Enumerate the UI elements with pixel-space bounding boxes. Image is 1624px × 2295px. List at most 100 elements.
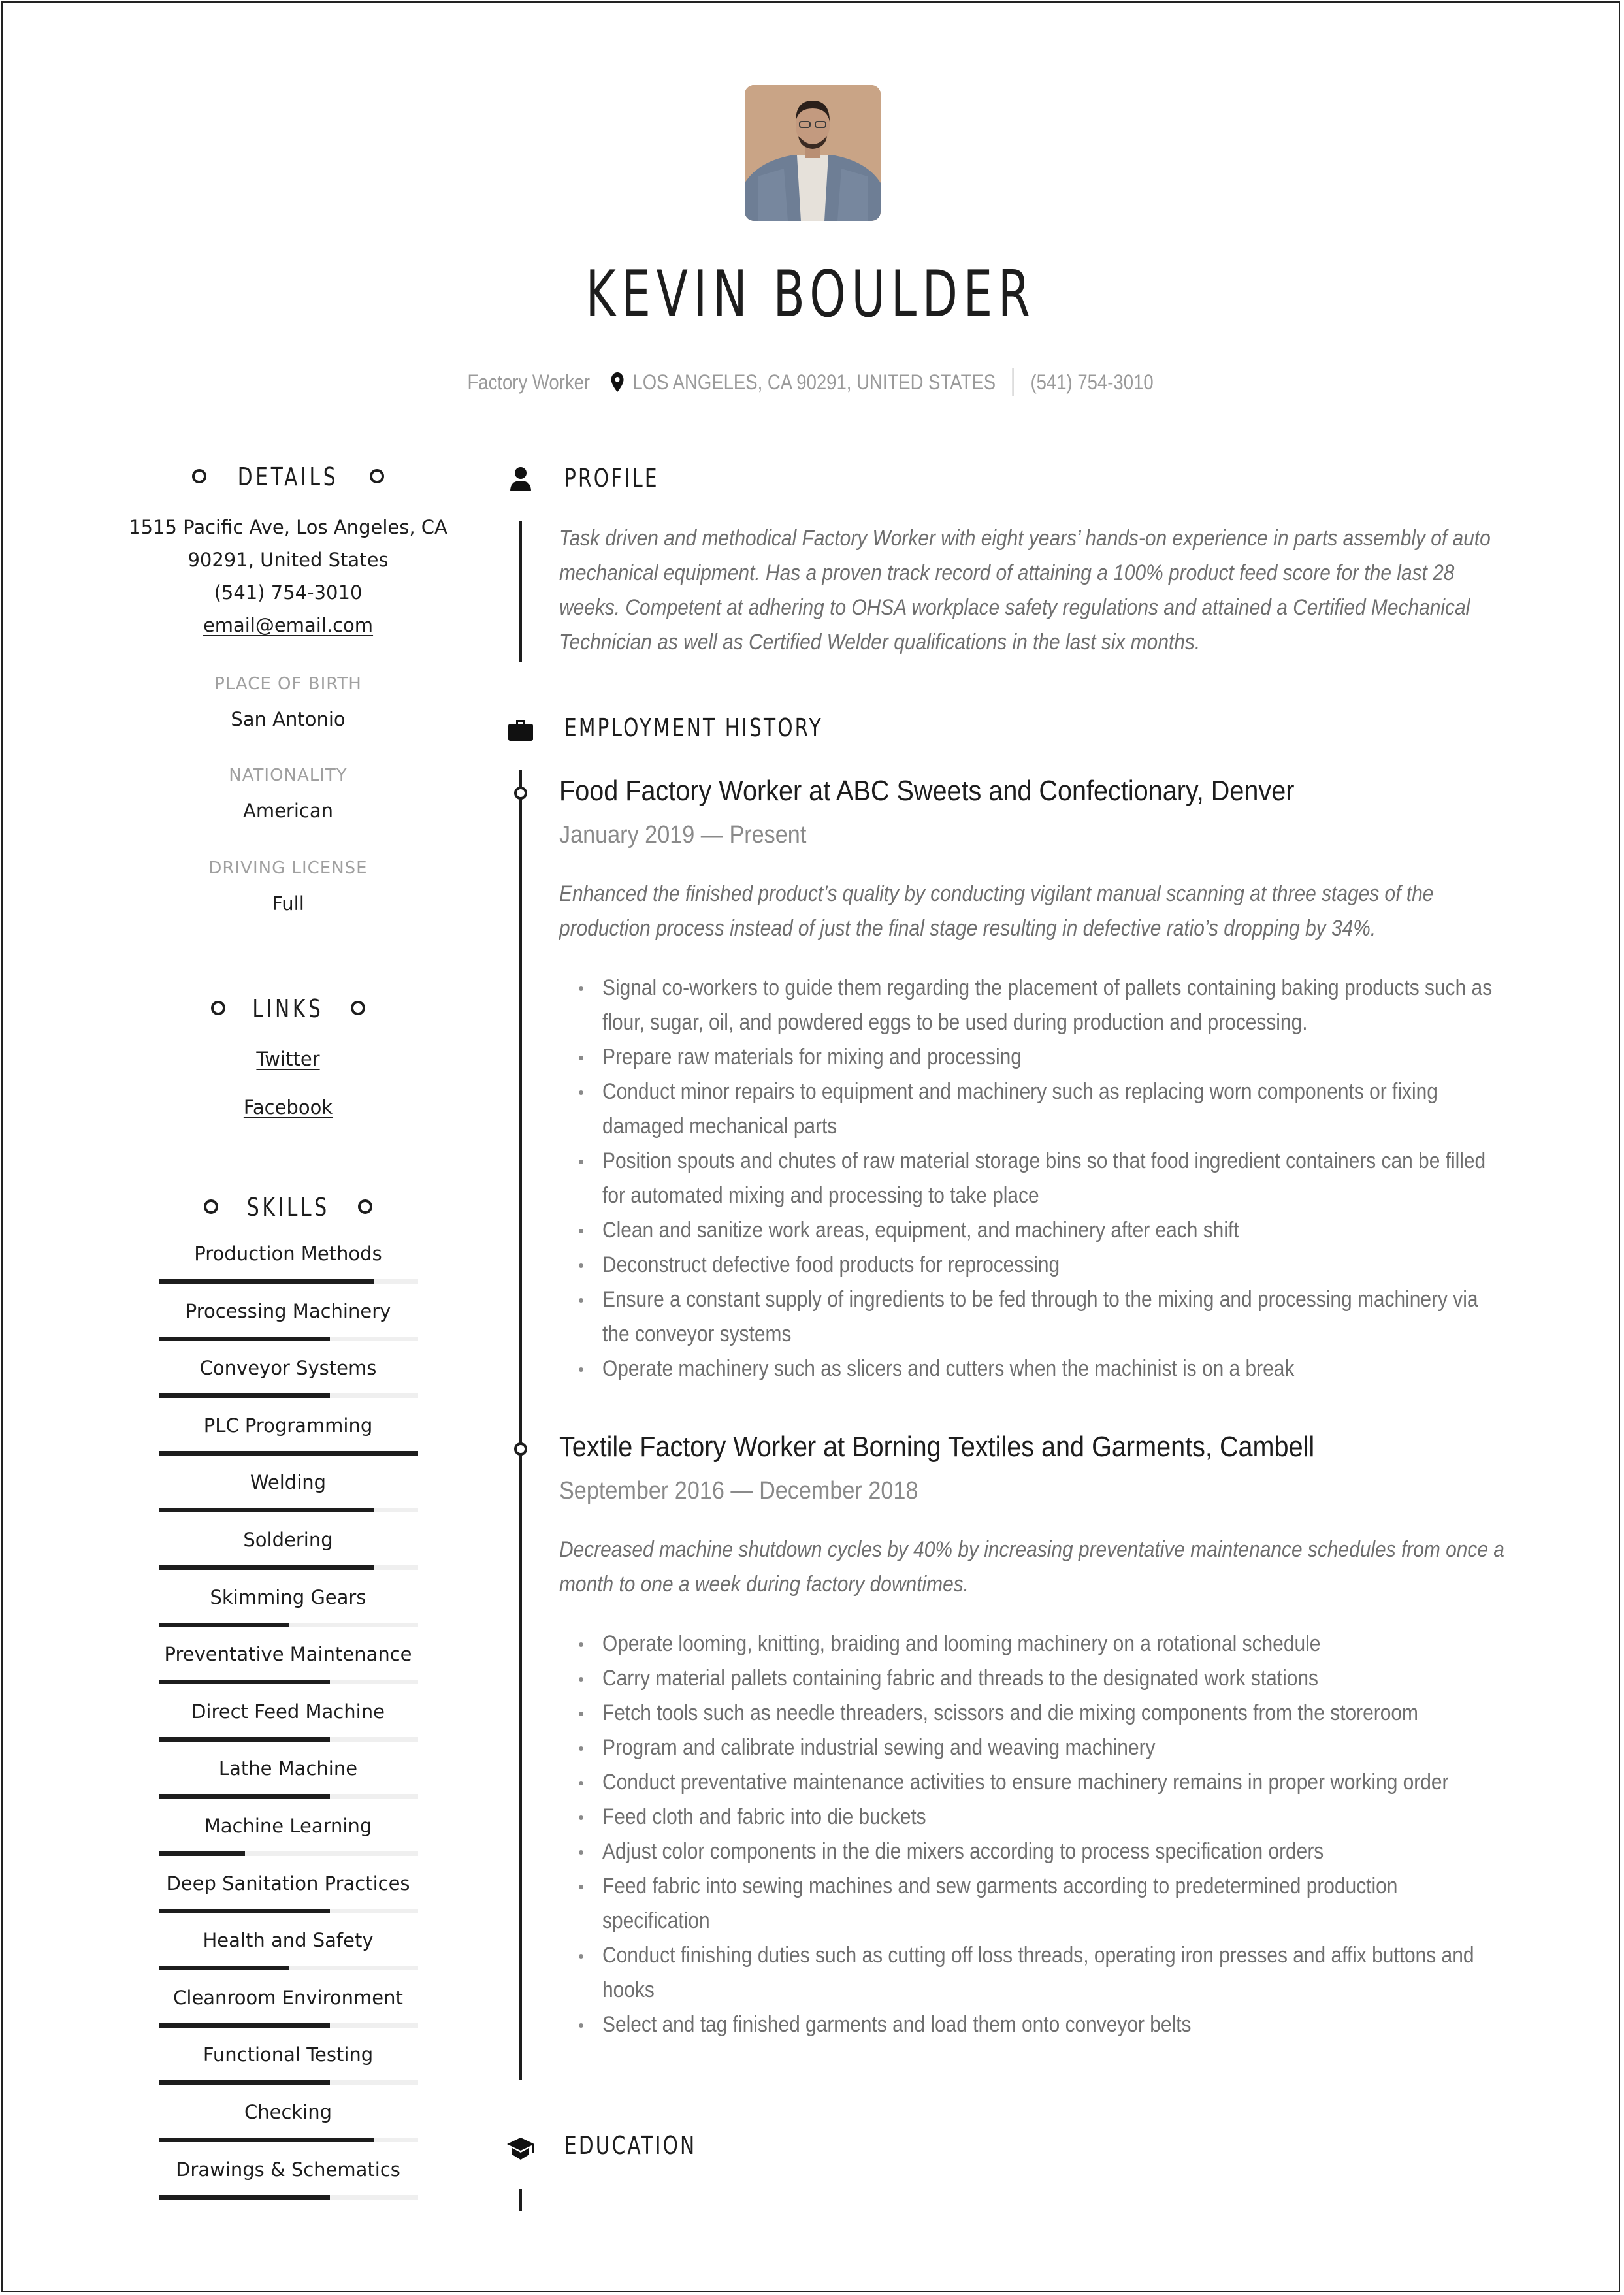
skill-item: Functional Testing xyxy=(159,2043,418,2101)
email-link[interactable]: email@email.com xyxy=(203,614,373,636)
timeline-node xyxy=(514,787,527,800)
skill-item: Conveyor Systems xyxy=(159,1357,418,1414)
job-summary: Enhanced the finished product’s quality … xyxy=(559,881,1434,941)
job-summary: Decreased machine shutdown cycles by 40%… xyxy=(559,1537,1504,1597)
bullet-item: Conduct finishing duties such as cutting… xyxy=(559,1938,1513,2008)
bullet-item: Operate looming, knitting, braiding and … xyxy=(559,1627,1513,1661)
header-phone: (541) 754-3010 xyxy=(1030,370,1154,394)
bullet-item: Prepare raw materials for mixing and pro… xyxy=(559,1040,1513,1075)
skill-item: Cleanroom Environment xyxy=(159,1987,418,2044)
person-photo-illustration xyxy=(745,85,881,221)
skill-item: Skimming Gears xyxy=(159,1586,418,1644)
skill-level-fill xyxy=(159,1508,374,1513)
skill-level-bar xyxy=(159,1565,418,1570)
skill-name: Machine Learning xyxy=(204,1815,372,1837)
skill-level-bar xyxy=(159,1450,418,1456)
skill-level-bar xyxy=(159,2080,418,2085)
profile-photo xyxy=(745,85,881,221)
details-heading: DETAILS xyxy=(120,463,456,491)
skill-level-fill xyxy=(159,1908,331,1913)
timeline-line xyxy=(519,770,522,2080)
skill-item: Lathe Machine xyxy=(159,1757,418,1815)
skill-level-fill xyxy=(159,1851,245,1856)
skill-name: Welding xyxy=(250,1471,327,1494)
skill-level-fill xyxy=(159,1565,374,1570)
ring-icon xyxy=(350,1000,365,1015)
skill-name: Preventative Maintenance xyxy=(164,1643,412,1666)
skill-item: Direct Feed Machine xyxy=(159,1701,418,1758)
job-dates: January 2019 — Present xyxy=(559,821,807,849)
skill-name: PLC Programming xyxy=(203,1414,373,1437)
driving-license-label: DRIVING LICENSE xyxy=(208,858,368,878)
job-title: Factory Worker xyxy=(467,370,591,394)
skill-name: Direct Feed Machine xyxy=(191,1700,385,1723)
link-facebook[interactable]: Facebook xyxy=(244,1096,333,1118)
skill-level-bar xyxy=(159,1508,418,1513)
skill-item: Production Methods xyxy=(159,1243,418,1300)
skill-name: Lathe Machine xyxy=(218,1757,358,1780)
bullet-item: Clean and sanitize work areas, equipment… xyxy=(559,1213,1513,1248)
skill-name: Processing Machinery xyxy=(185,1299,391,1322)
skill-level-fill xyxy=(159,1450,418,1456)
skill-name: Cleanroom Environment xyxy=(173,1986,403,2009)
bullet-item: Adjust color components in the die mixer… xyxy=(559,1834,1513,1869)
skill-item: Drawings & Schematics xyxy=(159,2158,418,2216)
skill-level-fill xyxy=(159,2023,331,2028)
skill-name: Health and Safety xyxy=(203,1929,374,1952)
divider xyxy=(1013,368,1015,396)
place-of-birth-value: San Antonio xyxy=(231,708,346,730)
header-subline: Factory Worker LOS ANGELES, CA 90291, UN… xyxy=(3,368,1619,396)
skill-item: Processing Machinery xyxy=(159,1300,418,1358)
person-icon xyxy=(506,465,536,495)
skill-level-fill xyxy=(159,1622,289,1627)
location: LOS ANGELES, CA 90291, UNITED STATES xyxy=(632,370,996,394)
skill-level-fill xyxy=(159,1336,331,1341)
skill-level-bar xyxy=(159,1680,418,1685)
skill-name: Drawings & Schematics xyxy=(176,2158,400,2181)
skill-level-bar xyxy=(159,1279,418,1284)
job-bullets: Operate looming, knitting, braiding and … xyxy=(559,1627,1513,2042)
skill-item: Health and Safety xyxy=(159,1929,418,1987)
place-of-birth-label: PLACE OF BIRTH xyxy=(214,674,362,694)
skill-level-fill xyxy=(159,2080,331,2085)
skill-item: Welding xyxy=(159,1471,418,1529)
bullet-item: Signal co-workers to guide them regardin… xyxy=(559,971,1513,1040)
skill-level-fill xyxy=(159,1680,331,1685)
nationality-label: NATIONALITY xyxy=(229,766,348,785)
profile-summary: Task driven and methodical Factory Worke… xyxy=(559,526,1491,655)
map-pin-icon xyxy=(611,372,625,392)
address-line1: 1515 Pacific Ave, Los Angeles, CA xyxy=(129,516,447,538)
link-twitter[interactable]: Twitter xyxy=(256,1048,319,1070)
timeline-node xyxy=(514,1442,527,1456)
bullet-item: Fetch tools such as needle threaders, sc… xyxy=(559,1696,1513,1731)
bullet-item: Conduct minor repairs to equipment and m… xyxy=(559,1075,1513,1144)
skill-name: Checking xyxy=(244,2101,333,2123)
bullet-item: Ensure a constant supply of ingredients … xyxy=(559,1282,1513,1352)
skill-item: Deep Sanitation Practices xyxy=(159,1872,418,1930)
bullet-item: Program and calibrate industrial sewing … xyxy=(559,1731,1513,1765)
skill-level-bar xyxy=(159,1336,418,1341)
skill-name: Soldering xyxy=(243,1529,333,1551)
nationality-value: American xyxy=(242,800,333,822)
skill-name: Functional Testing xyxy=(203,2043,374,2066)
skill-name: Skimming Gears xyxy=(210,1586,366,1608)
skill-item: Soldering xyxy=(159,1529,418,1586)
ring-icon xyxy=(358,1199,373,1214)
employment-heading: EMPLOYMENT HISTORY xyxy=(564,713,823,742)
skill-level-bar xyxy=(159,1622,418,1627)
timeline-line xyxy=(519,2189,522,2211)
bullet-item: Feed fabric into sewing machines and sew… xyxy=(559,1869,1513,1938)
skill-level-bar xyxy=(159,1851,418,1856)
education-heading: EDUCATION xyxy=(564,2131,697,2160)
timeline-line xyxy=(519,521,522,662)
bullet-item: Operate machinery such as slicers and cu… xyxy=(559,1352,1513,1386)
skill-level-fill xyxy=(159,1393,331,1399)
job-bullets: Signal co-workers to guide them regardin… xyxy=(559,971,1513,1386)
driving-license-value: Full xyxy=(272,892,304,915)
job-title: Textile Factory Worker at Borning Textil… xyxy=(559,1431,1315,1463)
bullet-item: Deconstruct defective food products for … xyxy=(559,1248,1513,1282)
job-dates: September 2016 — December 2018 xyxy=(559,1477,918,1505)
ring-icon xyxy=(370,468,385,483)
graduation-cap-icon xyxy=(506,2134,536,2164)
bullet-item: Conduct preventative maintenance activit… xyxy=(559,1765,1513,1800)
